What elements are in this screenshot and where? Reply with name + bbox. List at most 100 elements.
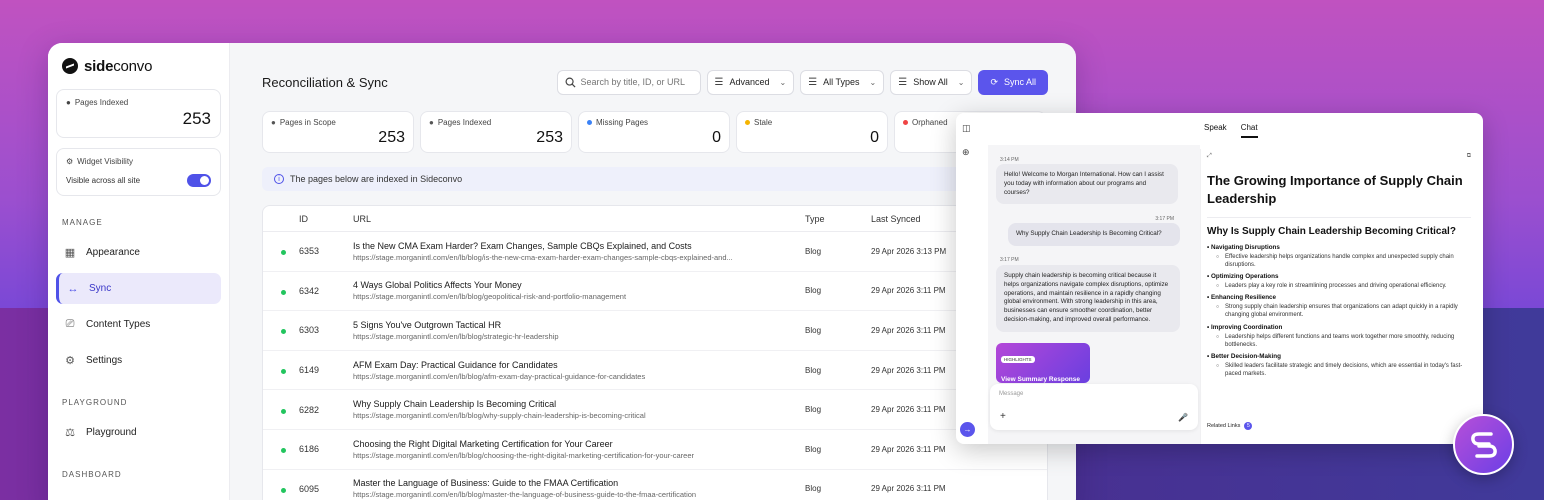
row-url[interactable]: https://stage.morganintl.com/en/lb/blog/… [353,451,805,460]
table-row[interactable]: 6095 Master the Language of Business: Gu… [263,470,1047,500]
stat-label: Pages Indexed [437,118,492,127]
filter-icon: ☰ [808,76,818,88]
chat-thread: 3:14 PM Hello! Welcome to Morgan Interna… [988,145,1200,444]
exit-icon[interactable]: → [960,422,975,437]
column-header-type[interactable]: Type [805,214,871,224]
type-filter-dropdown[interactable]: ☰ All Types ⌄ [800,69,885,95]
sidebar: sideconvo ● Pages Indexed 253 ⚙ Widget V… [48,43,230,500]
status-dot-icon [281,369,286,375]
show-filter-dropdown[interactable]: ☰ Show All ⌄ [890,69,973,95]
row-title[interactable]: 4 Ways Global Politics Affects Your Mone… [353,280,805,290]
row-url[interactable]: https://stage.morganintl.com/en/lb/blog/… [353,253,805,262]
chevron-down-icon: ⌄ [869,77,877,87]
copy-icon[interactable]: ⧉ [1467,153,1471,160]
tab-chat[interactable]: Chat [1240,123,1258,138]
column-header-id[interactable]: ID [299,214,353,224]
summary-point-heading: Optimizing Operations [1207,273,1471,280]
summary-point-detail: Skilled leaders facilitate strategic and… [1207,362,1471,378]
column-header-url[interactable]: URL [353,214,805,224]
microphone-icon[interactable]: 🎤 [1178,413,1188,422]
add-attachment-icon[interactable]: + [1000,411,1006,422]
message-time: 3:17 PM [1000,257,1019,263]
bot-message: Hello! Welcome to Morgan International. … [996,164,1178,205]
table-row[interactable]: 6342 4 Ways Global Politics Affects Your… [263,272,1047,312]
row-title[interactable]: Master the Language of Business: Guide t… [353,478,805,488]
expand-icon[interactable]: ⤢ [1207,153,1212,160]
sidebar-item-label: Content Types [86,319,151,330]
flask-icon: ⚖ [65,427,75,439]
summary-point-heading: Improving Coordination [1207,324,1471,331]
row-type: Blog [805,405,822,415]
bot-message: Supply chain leadership is becoming crit… [996,265,1180,332]
widget-visibility-toggle[interactable] [187,174,211,187]
settings-cog-icon: ⚙ [66,157,74,166]
row-type: Blog [805,286,822,296]
table-row[interactable]: 6186 Choosing the Right Digital Marketin… [263,430,1047,470]
row-title[interactable]: Is the New CMA Exam Harder? Exam Changes… [353,241,805,251]
swap-arrows-icon: ↔ [67,282,79,295]
section-title: PLAYGROUND [62,398,128,407]
row-url[interactable]: https://stage.morganintl.com/en/lb/blog/… [353,372,805,381]
message-time: 3:17 PM [1155,216,1174,222]
grid-icon: ▦ [64,247,76,259]
row-url[interactable]: https://stage.morganintl.com/en/lb/blog/… [353,490,805,499]
row-title[interactable]: AFM Exam Day: Practical Guidance for Can… [353,360,805,370]
stat-value: 253 [536,129,563,146]
refresh-icon: ⟳ [990,76,998,87]
pages-indexed-value: 253 [182,109,211,128]
row-url[interactable]: https://stage.morganintl.com/en/lb/blog/… [353,292,805,301]
sidebar-item-label: Sync [89,283,112,294]
message-composer[interactable]: Message + 🎤 [990,384,1198,430]
sideconvo-logo-icon [1470,431,1497,458]
table-row[interactable]: 6149 AFM Exam Day: Practical Guidance fo… [263,351,1047,391]
stat-label: Stale [754,118,773,127]
row-title[interactable]: Choosing the Right Digital Marketing Cer… [353,439,805,449]
pages-indexed-card: ● Pages Indexed 253 [56,89,221,138]
brand-logo[interactable]: sideconvo [56,57,221,75]
status-dot-icon [587,120,592,125]
tab-speak[interactable]: Speak [1204,123,1227,138]
summary-point-heading: Better Decision-Making [1207,353,1471,360]
sync-all-button[interactable]: ⟳ Sync All [978,69,1048,95]
sidebar-item-appearance[interactable]: ▦ Appearance [56,237,221,268]
row-last-synced: 29 Apr 2026 3:11 PM [871,484,946,494]
row-id: 6186 [299,444,320,455]
row-title[interactable]: Why Supply Chain Leadership Is Becoming … [353,399,805,409]
stats-row: ● Pages in Scope 253 ● Pages Indexed 253 Missi… [262,111,1048,153]
sidebar-toggle-icon[interactable]: ◫ [962,123,971,134]
sidebar-item-playground[interactable]: ⚖ Playground [56,417,221,448]
sidebar-item-sync[interactable]: ↔ Sync [56,273,221,304]
table-row[interactable]: 6303 5 Signs You've Outgrown Tactical HR… [263,311,1047,351]
row-type: Blog [805,365,822,375]
message-input[interactable]: Message [999,391,1189,397]
row-id: 6149 [299,365,320,376]
sideconvo-launcher-button[interactable] [1453,414,1514,475]
summary-point-detail: Leaders play a key role in streamlining … [1207,282,1471,290]
status-dot-icon [281,487,286,493]
stat-label: Missing Pages [596,118,649,127]
search-input[interactable] [580,77,691,87]
table-row[interactable]: 6353 Is the New CMA Exam Harder? Exam Ch… [263,232,1047,272]
widget-tabs: Speak Chat [1204,123,1258,138]
highlights-card[interactable]: HIGHLIGHTS View Summary Response [996,343,1090,383]
summary-point-detail: Strong supply chain leadership ensures t… [1207,303,1471,319]
sidebar-item-content-types[interactable]: ⎚ Content Types [56,309,221,340]
row-url[interactable]: https://stage.morganintl.com/en/lb/blog/… [353,411,805,420]
stat-label: Pages in Scope [279,118,336,127]
row-title[interactable]: 5 Signs You've Outgrown Tactical HR [353,320,805,330]
new-chat-icon[interactable]: ⊕ [962,147,970,158]
search-box[interactable] [556,69,701,95]
filter-icon: ☰ [714,76,724,88]
status-dot-icon [281,250,286,256]
sidebar-item-settings[interactable]: ⚙ Settings [56,345,221,376]
summary-title: The Growing Importance of Supply Chain L… [1207,173,1463,206]
row-url[interactable]: https://stage.morganintl.com/en/lb/blog/… [353,332,805,341]
related-links[interactable]: Related Links 5 [1207,422,1253,430]
table-row[interactable]: 6282 Why Supply Chain Leadership Is Beco… [263,390,1047,430]
dashboard-window: sideconvo ● Pages Indexed 253 ⚙ Widget V… [48,43,1076,500]
chevron-down-icon: ⌄ [957,77,965,87]
chevron-down-icon: ⌄ [779,77,787,87]
row-type: Blog [805,246,822,256]
main-content: Reconciliation & Sync ☰ Advanced ⌄ ☰ All… [230,43,1076,500]
advanced-filter-dropdown[interactable]: ☰ Advanced ⌄ [706,69,795,95]
